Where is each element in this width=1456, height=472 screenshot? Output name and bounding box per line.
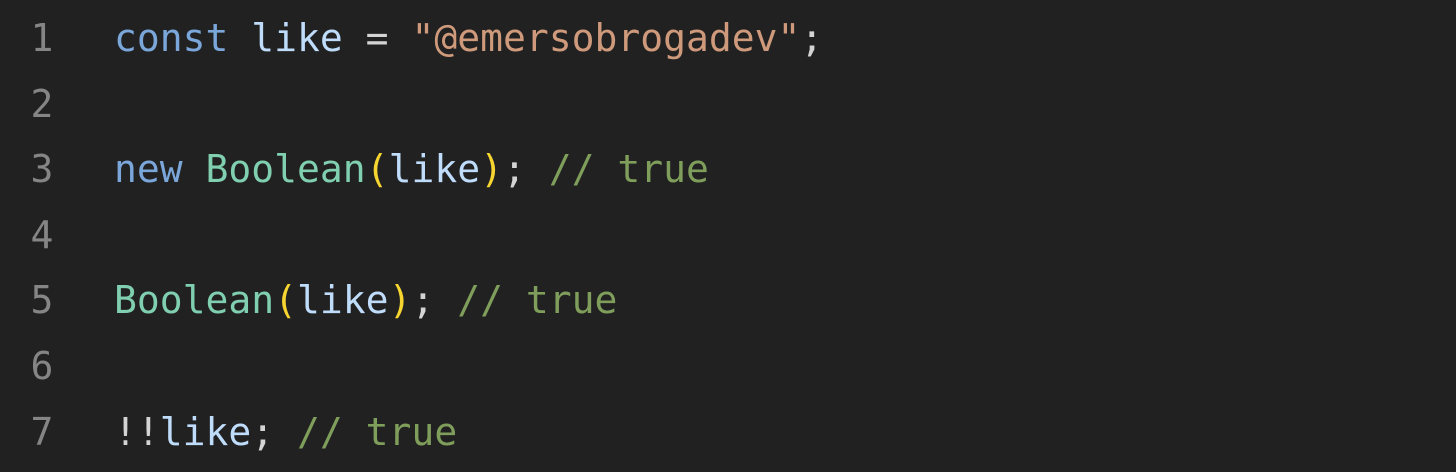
line-number: 7 <box>30 410 54 454</box>
code-line[interactable]: 3 new Boolean(like); // true <box>0 136 1456 202</box>
line-number: 4 <box>30 213 54 257</box>
code-token-paren: ) <box>480 147 503 191</box>
code-token-paren: ( <box>274 278 298 322</box>
code-token-pun: ; <box>251 410 298 454</box>
code-line[interactable]: 6 <box>0 333 1456 399</box>
code-token-kw: new <box>114 147 183 191</box>
code-token-pun <box>228 16 251 60</box>
code-content[interactable]: new Boolean(like); // true <box>114 136 709 202</box>
code-line[interactable]: 4 <box>0 202 1456 268</box>
code-token-pun: ; <box>800 16 824 60</box>
code-line[interactable]: 7 !!like; // true <box>0 399 1456 465</box>
code-token-id: like <box>297 278 389 322</box>
code-token-cls: Boolean <box>205 147 366 191</box>
code-token-cmt: // true <box>457 278 618 322</box>
code-token-id: like <box>388 147 481 191</box>
code-content[interactable]: const like = "@emersobrogadev"; <box>114 5 823 71</box>
line-number: 5 <box>30 278 54 322</box>
code-token-cmt: // true <box>297 410 458 454</box>
line-number: 1 <box>30 16 54 60</box>
code-content[interactable]: Boolean(like); // true <box>114 267 617 333</box>
code-token-cmt: // true <box>548 147 709 191</box>
code-token-paren: ( <box>365 147 389 191</box>
line-number: 2 <box>30 82 54 126</box>
code-token-op: = <box>342 16 412 60</box>
line-number: 3 <box>30 147 54 191</box>
code-content[interactable]: !!like; // true <box>114 399 457 465</box>
code-token-op: !! <box>114 410 160 454</box>
code-token-kw: const <box>114 16 229 60</box>
code-line[interactable]: 5 Boolean(like); // true <box>0 267 1456 333</box>
code-token-id: like <box>251 16 343 60</box>
code-token-pun: ; <box>411 278 458 322</box>
code-token-pun: ; <box>502 147 549 191</box>
code-token-cls: Boolean <box>114 278 275 322</box>
code-token-paren: ) <box>388 278 412 322</box>
code-token-pun <box>183 147 206 191</box>
code-line[interactable]: 2 <box>0 71 1456 137</box>
code-token-str: "@emersobrogadev" <box>411 16 801 60</box>
code-token-id: like <box>159 410 252 454</box>
code-editor[interactable]: 1 const like = "@emersobrogadev"; 2 3 new Bo… <box>0 0 1456 472</box>
code-line[interactable]: 1 const like = "@emersobrogadev"; <box>0 5 1456 71</box>
line-number: 6 <box>30 344 54 388</box>
